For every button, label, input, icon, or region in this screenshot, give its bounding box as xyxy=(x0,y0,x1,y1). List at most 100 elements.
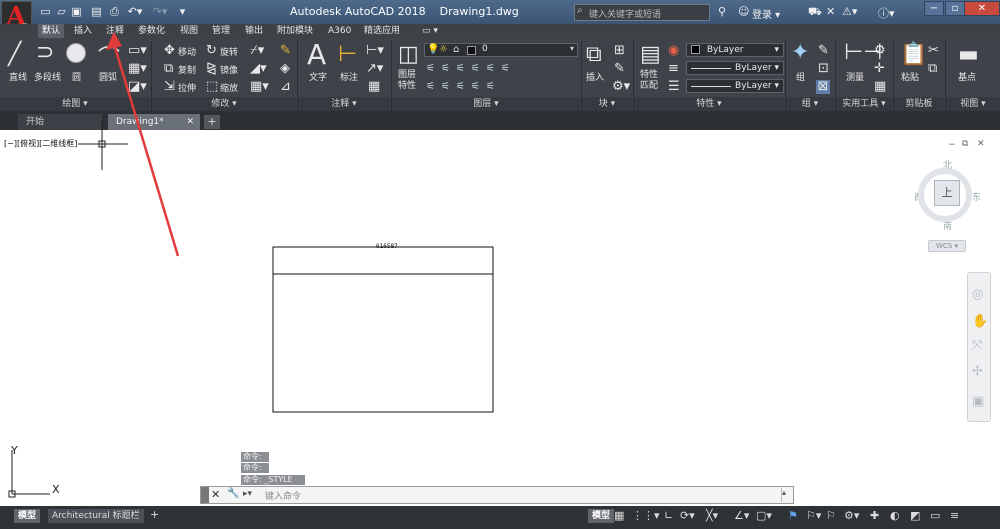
pan-icon[interactable]: ✋ xyxy=(972,314,988,329)
fillet-icon[interactable]: ◢▾ xyxy=(250,62,267,76)
close-icon[interactable]: ✕ xyxy=(211,488,220,501)
text-tool-label[interactable]: 文字 xyxy=(309,70,327,83)
customize-wrench-icon[interactable]: 🔧 xyxy=(227,488,239,499)
polyline-tool-icon[interactable]: ⊃ xyxy=(36,40,54,65)
layer-tools-row2[interactable]: ⚟⚟⚟⚟⚟ xyxy=(426,80,501,94)
viewport-controls-label[interactable]: [−][俯视][二维线框] xyxy=(4,138,77,149)
attribute-icon[interactable]: ⚙▾ xyxy=(612,80,630,94)
ortho-icon[interactable]: ∟ xyxy=(664,509,673,522)
panel-title-utilities[interactable]: 实用工具 ▾ xyxy=(836,97,892,111)
help-icon[interactable]: ⓘ▾ xyxy=(878,5,895,21)
trim-icon[interactable]: ⌿▾ xyxy=(250,44,264,58)
table-icon[interactable]: ▦ xyxy=(368,80,380,94)
close-button[interactable]: ✕ xyxy=(964,1,1000,16)
insert-block-label[interactable]: 插入 xyxy=(586,70,604,83)
compass-east[interactable]: 东 xyxy=(972,190,981,203)
mirror-tool[interactable]: 镜像 xyxy=(220,63,238,76)
user-icon[interactable]: ☺ xyxy=(738,5,749,18)
circle-tool-icon[interactable] xyxy=(66,43,86,63)
isodraft-icon[interactable]: ╳▾ xyxy=(706,509,718,522)
base-tool-label[interactable]: 基点 xyxy=(958,70,976,83)
layer-properties-label[interactable]: 图层特性 xyxy=(398,70,422,92)
panel-title-view[interactable]: 视图 ▾ xyxy=(946,97,1000,111)
dimension-tool-icon[interactable]: ⊢ xyxy=(338,42,357,67)
panel-title-annotation[interactable]: 注释 ▾ xyxy=(298,97,390,111)
workspace-icon[interactable]: ⚙▾ xyxy=(844,509,859,522)
command-line[interactable]: ✕ 🔧 ▸▾ 键入命令 ▴ xyxy=(200,486,794,504)
linear-dim-icon[interactable]: ⊢▾ xyxy=(366,44,384,58)
group-select-icon[interactable]: ⊠ xyxy=(816,80,830,94)
clean-screen-icon[interactable]: ▭ xyxy=(930,509,940,522)
create-block-icon[interactable]: ⊞ xyxy=(614,44,625,58)
panel-title-block[interactable]: 块 ▾ xyxy=(582,97,632,111)
quick-select-icon[interactable]: ⚙ xyxy=(874,44,886,58)
calculator-icon[interactable]: ▦ xyxy=(874,80,886,94)
panel-title-layers[interactable]: 图层 ▾ xyxy=(392,97,580,111)
layer-tools-row1[interactable]: ⚟⚟⚟⚟⚟⚟ xyxy=(426,62,516,76)
model-space-toggle[interactable]: 模型 xyxy=(588,509,615,523)
cut-icon[interactable]: ✂ xyxy=(928,44,939,58)
rotate-tool[interactable]: 旋转 xyxy=(220,45,238,58)
group-tool-label[interactable]: 组 xyxy=(796,70,805,83)
tab-output[interactable]: 输出 xyxy=(245,24,263,38)
circle-tool-label[interactable]: 圆 xyxy=(72,70,81,83)
ribbon-minimize-toggle[interactable]: ▭ ▾ xyxy=(422,24,438,38)
line-tool-icon[interactable]: ╱ xyxy=(8,42,21,67)
search-input[interactable]: ⌕ 键入关键字或短语 xyxy=(574,4,710,21)
ungroup-icon[interactable]: ✎ xyxy=(818,44,829,58)
layout-tab-model[interactable]: 模型 xyxy=(14,509,41,523)
group-edit-icon[interactable]: ⊡ xyxy=(818,62,829,76)
showmotion-icon[interactable]: ▣ xyxy=(972,394,984,409)
add-layout-icon[interactable]: + xyxy=(150,508,159,521)
isolate-objects-icon[interactable]: ◐ xyxy=(890,509,900,522)
edit-block-icon[interactable]: ✎ xyxy=(614,62,625,76)
tab-featured-apps[interactable]: 精选应用 xyxy=(364,24,400,38)
open-folder-icon[interactable]: ▱ xyxy=(55,5,68,18)
text-tool-icon[interactable]: A xyxy=(307,38,326,71)
rotate-icon[interactable]: ↻ xyxy=(206,44,217,58)
orbit-icon[interactable]: ✢ xyxy=(972,364,983,379)
ucs-menu[interactable]: WCS ▾ xyxy=(928,240,966,252)
panel-title-clipboard[interactable]: 剪贴板 xyxy=(894,97,944,111)
grid-icon[interactable]: ▦ xyxy=(614,509,624,522)
customize-qat-icon[interactable]: ▾ xyxy=(176,5,189,18)
id-point-icon[interactable]: ✛ xyxy=(874,62,885,76)
color-dropdown[interactable]: ByLayer ▾ xyxy=(686,43,784,57)
minimize-button[interactable]: − xyxy=(924,1,944,16)
base-point-icon[interactable]: ▬ xyxy=(958,42,979,67)
mirror-icon[interactable]: ⧎ xyxy=(206,62,217,76)
snap-icon[interactable]: ⋮⋮▾ xyxy=(632,509,660,522)
drawing-geometry[interactable] xyxy=(272,242,496,414)
redo-icon[interactable]: ↷▾ xyxy=(150,5,170,18)
layer-properties-icon[interactable]: ◫ xyxy=(398,42,419,67)
new-tab-button[interactable]: + xyxy=(204,115,220,129)
dimension-tool-label[interactable]: 标注 xyxy=(340,70,358,83)
group-icon[interactable]: ✦ xyxy=(791,40,809,65)
annotation-visibility-icon[interactable]: ⚑ xyxy=(788,509,798,522)
tab-home[interactable]: 默认 xyxy=(38,24,65,38)
tab-addins[interactable]: 附加模块 xyxy=(277,24,313,38)
login-button[interactable]: 登录 ▾ xyxy=(752,6,780,21)
offset-icon[interactable]: ⊿ xyxy=(280,80,291,94)
save-as-icon[interactable]: ▤ xyxy=(90,5,103,18)
steering-wheel-icon[interactable]: ◎ xyxy=(972,287,983,302)
viewport-minimize-icon[interactable]: − xyxy=(948,140,956,150)
command-input[interactable]: 键入命令 xyxy=(265,489,301,502)
line-tool-label[interactable]: 直线 xyxy=(9,70,27,83)
cart-icon[interactable]: ⛟ xyxy=(808,5,822,20)
erase-icon[interactable]: ✎ xyxy=(280,44,291,58)
array-icon[interactable]: ▦▾ xyxy=(250,80,269,94)
linetype-dropdown[interactable]: ByLayer ▾ xyxy=(686,61,784,75)
tab-insert[interactable]: 插入 xyxy=(74,24,92,38)
explode-icon[interactable]: ◈ xyxy=(280,62,290,76)
layer-dropdown[interactable]: 💡 ☼ ⌂ 0 ▾ xyxy=(424,43,578,57)
object-snap-tracking-icon[interactable]: ∠▾ xyxy=(734,509,749,522)
maximize-button[interactable]: ▫ xyxy=(945,1,965,16)
plot-icon[interactable]: ⎙ xyxy=(108,5,121,18)
leader-icon[interactable]: ↗▾ xyxy=(366,62,383,76)
undo-icon[interactable]: ↶▾ xyxy=(125,5,145,18)
object-snap-icon[interactable]: ▢▾ xyxy=(756,509,772,522)
match-properties-icon[interactable]: ▤ xyxy=(640,42,661,67)
tab-a360[interactable]: A360 xyxy=(328,24,351,38)
lineweight-dropdown[interactable]: ByLayer ▾ xyxy=(686,79,784,93)
